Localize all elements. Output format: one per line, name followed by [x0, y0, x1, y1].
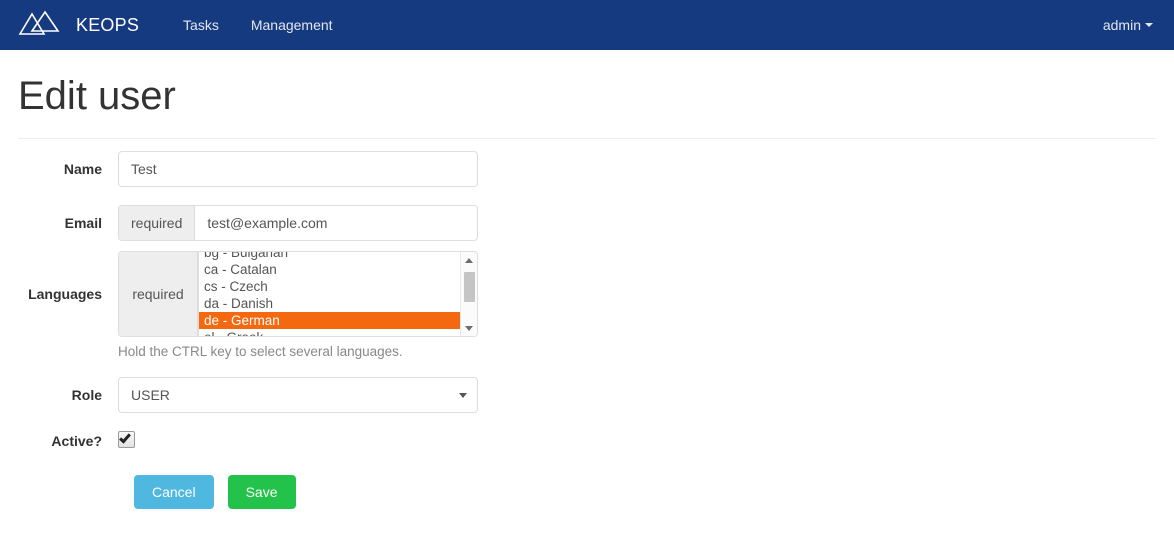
email-input-group: required test@example.com — [118, 205, 478, 241]
field-col-active — [118, 431, 478, 453]
caret-down-icon — [1145, 23, 1153, 28]
languages-option-list: bg - Bulgarian ca - Catalan cs - Czech d… — [199, 252, 460, 336]
cancel-button[interactable]: Cancel — [134, 475, 214, 509]
save-button[interactable]: Save — [227, 475, 296, 509]
page-container: Edit user Name Test Email required test@… — [0, 72, 1174, 509]
role-select[interactable]: USER — [118, 377, 478, 413]
form-row-active: Active? — [18, 431, 1156, 453]
scroll-down-button[interactable] — [461, 320, 477, 336]
language-option[interactable]: da - Danish — [199, 295, 460, 312]
languages-scrollbar[interactable] — [460, 252, 477, 336]
scrollbar-thumb[interactable] — [464, 272, 475, 302]
form-row-languages: Languages required bg - Bulgarian ca - C… — [18, 251, 1156, 359]
checkmark-icon — [119, 431, 131, 444]
label-active: Active? — [51, 433, 102, 449]
role-select-value: USER — [131, 387, 170, 403]
form-row-name: Name Test — [18, 151, 1156, 187]
scroll-down-arrow-icon — [465, 325, 473, 331]
scrollbar-track[interactable] — [461, 268, 477, 320]
languages-listbox-group: required bg - Bulgarian ca - Catalan cs … — [118, 251, 478, 337]
nav-links: Tasks Management — [167, 0, 349, 50]
user-menu-admin[interactable]: admin — [1087, 0, 1159, 50]
form-actions: Cancel Save — [134, 475, 1156, 509]
languages-required-addon: required — [119, 252, 198, 336]
label-email: Email — [64, 215, 102, 231]
language-option-selected[interactable]: de - German — [199, 312, 460, 329]
email-input[interactable]: test@example.com — [195, 206, 477, 240]
brand-group[interactable]: KEOPS — [18, 10, 139, 40]
scroll-up-arrow-icon — [465, 257, 473, 263]
field-col-languages: required bg - Bulgarian ca - Catalan cs … — [118, 251, 478, 359]
form-row-email: Email required test@example.com — [18, 205, 1156, 241]
mountains-logo-icon — [18, 10, 60, 35]
language-option[interactable]: cs - Czech — [199, 278, 460, 295]
language-option[interactable]: el - Greek — [199, 329, 460, 336]
brand-name: KEOPS — [76, 14, 140, 35]
field-col-name: Test — [118, 151, 478, 187]
nav-link-management[interactable]: Management — [235, 0, 349, 50]
name-input[interactable]: Test — [118, 151, 478, 187]
language-option[interactable]: bg - Bulgarian — [199, 252, 460, 261]
nav-link-tasks[interactable]: Tasks — [167, 0, 235, 50]
languages-listbox[interactable]: bg - Bulgarian ca - Catalan cs - Czech d… — [198, 252, 477, 336]
languages-help-text: Hold the CTRL key to select several lang… — [118, 344, 403, 359]
label-languages: Languages — [28, 286, 102, 302]
email-required-addon: required — [119, 206, 196, 240]
scroll-up-button[interactable] — [461, 252, 477, 268]
language-option[interactable]: ca - Catalan — [199, 261, 460, 278]
edit-user-form: Name Test Email required test@example.co… — [18, 139, 1156, 509]
form-row-role: Role USER — [18, 377, 1156, 413]
nav-right-group: admin — [1087, 0, 1159, 50]
select-caret-down-icon — [459, 392, 467, 398]
top-navbar: KEOPS Tasks Management admin — [0, 0, 1174, 50]
field-col-role: USER — [118, 377, 478, 413]
label-role: Role — [71, 387, 102, 403]
page-title: Edit user — [18, 74, 176, 118]
active-checkbox[interactable] — [118, 431, 135, 448]
user-menu-label: admin — [1102, 17, 1141, 33]
label-name: Name — [63, 161, 102, 177]
field-col-email: required test@example.com — [118, 205, 478, 241]
